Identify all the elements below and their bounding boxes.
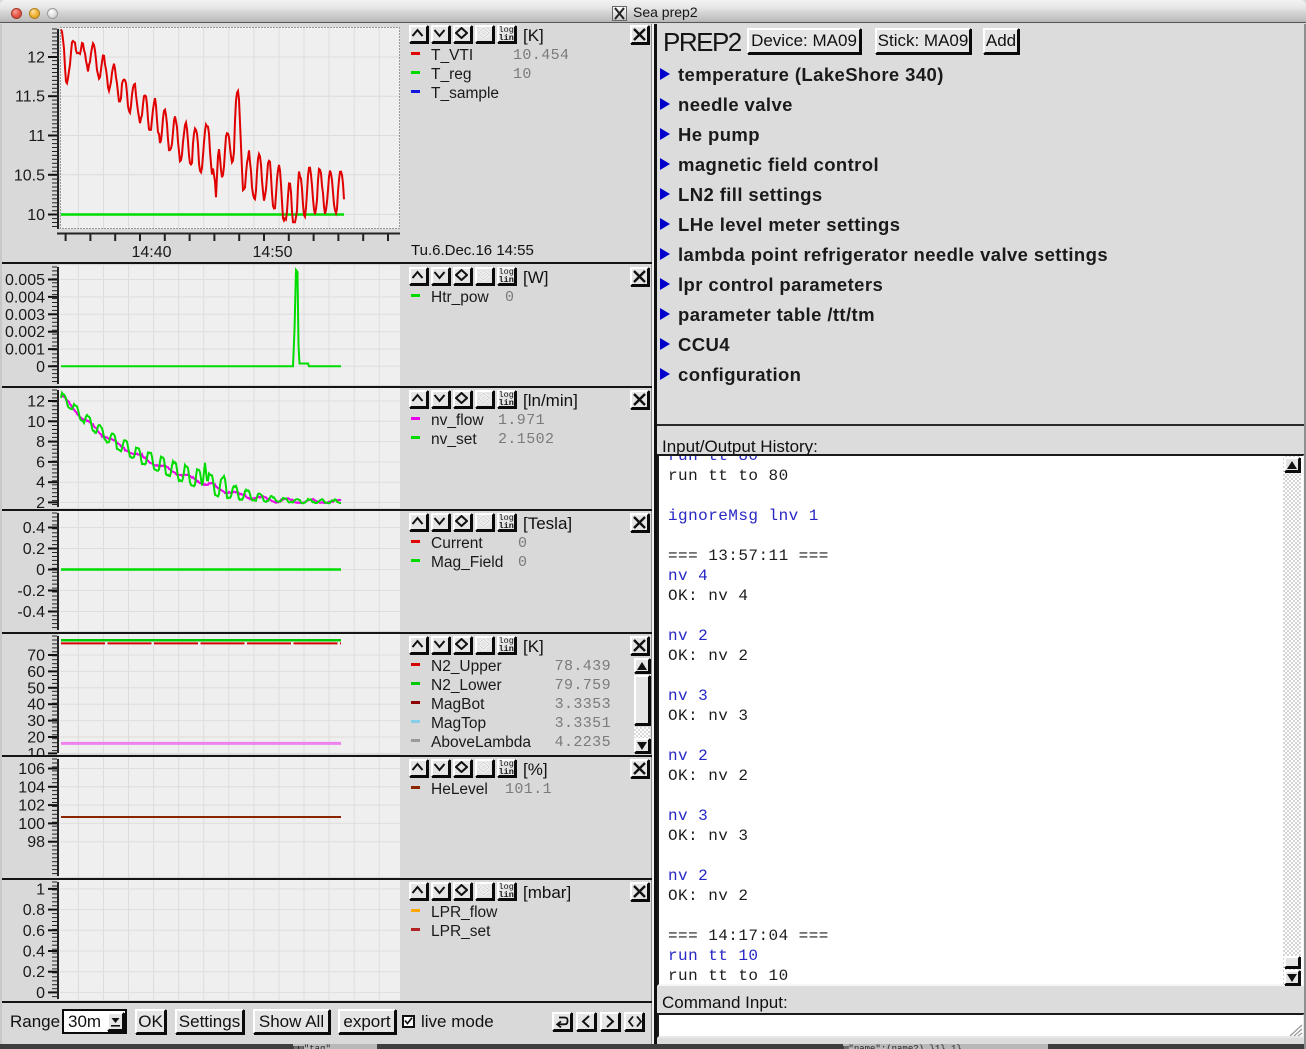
svg-text:100: 100 bbox=[18, 816, 45, 833]
svg-text:0.005: 0.005 bbox=[5, 272, 45, 289]
svg-text:-0.4: -0.4 bbox=[17, 604, 45, 621]
svg-text:lin: lin bbox=[499, 33, 514, 41]
svg-text:-0.2: -0.2 bbox=[17, 583, 45, 600]
svg-text:0.003: 0.003 bbox=[5, 307, 45, 324]
svg-text:70: 70 bbox=[27, 648, 45, 665]
svg-text:lin: lin bbox=[499, 644, 514, 652]
svg-text:lin: lin bbox=[499, 767, 514, 775]
svg-text:0.6: 0.6 bbox=[23, 923, 45, 940]
svg-text:60: 60 bbox=[27, 664, 45, 681]
svg-text:0.2: 0.2 bbox=[23, 964, 45, 981]
svg-text:10: 10 bbox=[27, 414, 45, 431]
svg-text:20: 20 bbox=[27, 730, 45, 747]
svg-text:2: 2 bbox=[36, 495, 45, 509]
svg-text:0: 0 bbox=[36, 359, 45, 376]
svg-text:lin: lin bbox=[499, 398, 514, 406]
svg-text:11.5: 11.5 bbox=[15, 89, 45, 106]
svg-text:10: 10 bbox=[27, 746, 45, 755]
svg-text:12: 12 bbox=[27, 394, 45, 411]
svg-text:4: 4 bbox=[36, 475, 45, 492]
svg-text:0.4: 0.4 bbox=[23, 520, 45, 537]
svg-text:lin: lin bbox=[499, 521, 514, 529]
svg-text:102: 102 bbox=[18, 798, 45, 815]
svg-text:11: 11 bbox=[28, 128, 45, 145]
svg-text:0.002: 0.002 bbox=[5, 324, 45, 341]
svg-text:6: 6 bbox=[36, 454, 45, 471]
svg-text:1: 1 bbox=[36, 881, 45, 898]
svg-text:lin: lin bbox=[499, 275, 514, 283]
svg-text:98: 98 bbox=[27, 834, 45, 851]
svg-text:0: 0 bbox=[36, 562, 45, 579]
svg-text:lin: lin bbox=[499, 890, 514, 898]
svg-text:Tu.6.Dec.16 14:55: Tu.6.Dec.16 14:55 bbox=[411, 242, 534, 259]
svg-text:0.4: 0.4 bbox=[23, 944, 45, 961]
svg-text:14:50: 14:50 bbox=[252, 244, 292, 261]
svg-text:30: 30 bbox=[27, 713, 45, 730]
svg-text:0.8: 0.8 bbox=[23, 902, 45, 919]
svg-text:106: 106 bbox=[18, 761, 45, 778]
svg-text:10: 10 bbox=[27, 207, 45, 224]
svg-text:0: 0 bbox=[36, 985, 45, 1001]
svg-text:0.004: 0.004 bbox=[5, 289, 45, 306]
svg-text:0.2: 0.2 bbox=[23, 541, 45, 558]
svg-text:0.001: 0.001 bbox=[5, 342, 45, 359]
svg-text:40: 40 bbox=[27, 697, 45, 714]
svg-text:12: 12 bbox=[27, 50, 45, 67]
svg-text:104: 104 bbox=[18, 779, 45, 796]
svg-text:10.5: 10.5 bbox=[14, 167, 45, 184]
svg-text:14:40: 14:40 bbox=[131, 244, 171, 261]
svg-text:50: 50 bbox=[27, 680, 45, 697]
svg-text:8: 8 bbox=[36, 434, 45, 451]
